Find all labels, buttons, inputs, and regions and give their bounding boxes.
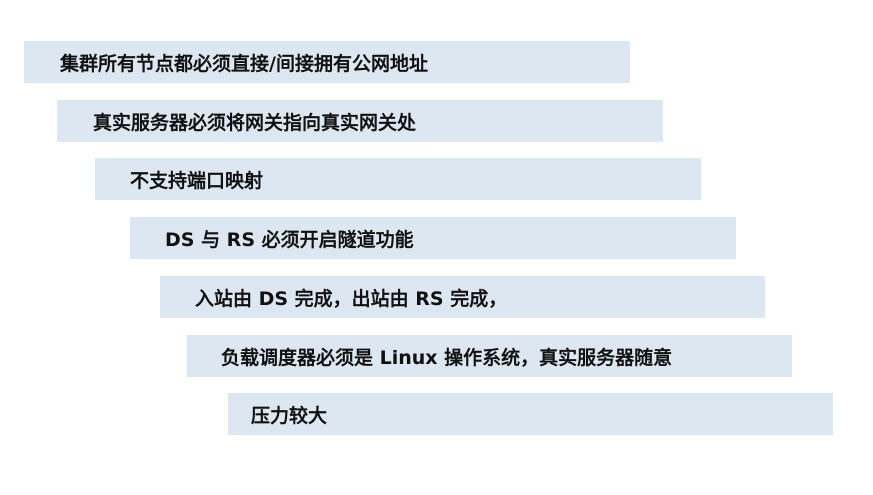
step-label-2: 真实服务器必须将网关指向真实网关处	[93, 111, 417, 134]
step-label-3: 不支持端口映射	[130, 169, 264, 192]
step-bar-6: 负载调度器必须是 Linux 操作系统，真实服务器随意	[187, 335, 792, 377]
step-label-7: 压力较大	[251, 404, 328, 427]
step-bar-4: DS 与 RS 必须开启隧道功能	[130, 217, 736, 259]
step-bar-2: 真实服务器必须将网关指向真实网关处	[57, 100, 663, 142]
step-bar-5: 入站由 DS 完成，出站由 RS 完成，	[160, 276, 765, 318]
step-bar-7: 压力较大	[228, 393, 833, 435]
step-bar-3: 不支持端口映射	[95, 158, 701, 200]
step-label-1: 集群所有节点都必须直接/间接拥有公网地址	[60, 52, 428, 75]
step-label-4: DS 与 RS 必须开启隧道功能	[165, 228, 414, 251]
step-label-6: 负载调度器必须是 Linux 操作系统，真实服务器随意	[221, 346, 673, 369]
step-label-5: 入站由 DS 完成，出站由 RS 完成，	[195, 287, 508, 310]
step-bar-1: 集群所有节点都必须直接/间接拥有公网地址	[24, 41, 630, 83]
